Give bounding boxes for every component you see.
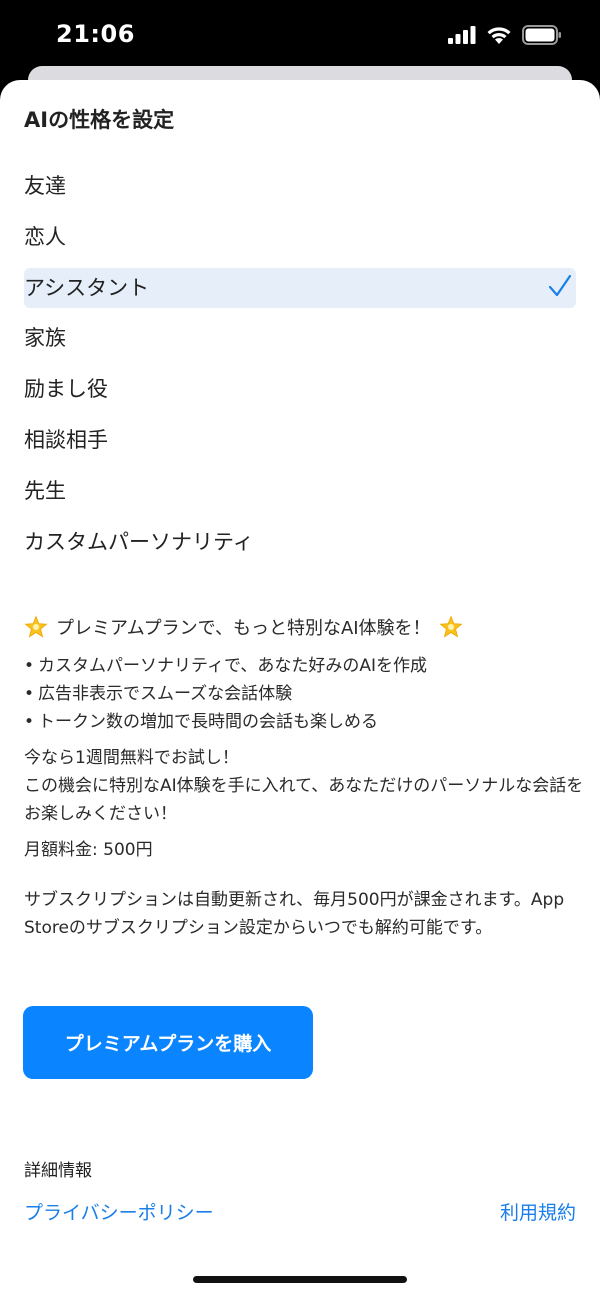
buy-premium-button[interactable]: プレミアムプランを購入 xyxy=(23,1006,313,1079)
wifi-icon xyxy=(487,26,511,44)
option-family[interactable]: 家族 xyxy=(24,316,576,367)
checkmark-icon xyxy=(548,274,572,296)
option-advisor[interactable]: 相談相手 xyxy=(24,418,576,469)
option-custom-personality[interactable]: カスタムパーソナリティ xyxy=(24,520,576,571)
promo-headline: プレミアムプランで、もっと特別なAI体験を！ xyxy=(24,612,584,642)
status-time: 21:06 xyxy=(56,20,135,48)
glowing-star-icon xyxy=(24,615,48,638)
sheet-title: AIの性格を設定 xyxy=(24,108,175,132)
home-indicator[interactable] xyxy=(193,1276,407,1283)
battery-icon xyxy=(522,25,561,45)
option-label: 恋人 xyxy=(24,224,66,249)
trial-offer: 今なら1週間無料でお試し！ この機会に特別なAI体験を手に入れて、あなただけのパ… xyxy=(24,744,584,828)
option-label: 相談相手 xyxy=(24,427,108,452)
option-label: アシスタント xyxy=(24,275,150,300)
personality-options: 友達 恋人 アシスタント 家族 励まし役 相談相手 先生 カスタムパーソナリティ xyxy=(0,164,600,570)
option-friend[interactable]: 友達 xyxy=(24,164,576,215)
cellular-signal-icon xyxy=(448,26,476,44)
option-lover[interactable]: 恋人 xyxy=(24,215,576,266)
trial-line-1: 今なら1週間無料でお試し！ xyxy=(24,748,239,768)
option-encourager[interactable]: 励まし役 xyxy=(24,367,576,418)
list-item: • 広告非表示でスムーズな会話体験 xyxy=(24,684,293,704)
promo-headline-text: プレミアムプランで、もっと特別なAI体験を！ xyxy=(56,618,431,639)
option-label: 家族 xyxy=(24,326,66,351)
option-label: 先生 xyxy=(24,478,66,503)
option-assistant[interactable]: アシスタント xyxy=(24,266,576,317)
option-label: 励まし役 xyxy=(24,377,108,402)
renewal-notice: サブスクリプションは自動更新され、毎月500円が課金されます。App Store… xyxy=(24,890,565,938)
benefit-list: • カスタムパーソナリティで、あなた好みのAIを作成 • 広告非表示でスムーズな会話… xyxy=(24,652,584,736)
option-label: カスタムパーソナリティ xyxy=(24,529,254,554)
option-teacher[interactable]: 先生 xyxy=(24,469,576,520)
personality-sheet: AIの性格を設定 友達 恋人 アシスタント 家族 励まし役 相談相手 先生 カス… xyxy=(0,80,600,1298)
privacy-policy-link[interactable]: プライバシーポリシー xyxy=(24,1198,214,1225)
trial-line-2: この機会に特別なAI体験を手に入れて、あなただけのパーソナルな会話をお楽しみくだ… xyxy=(24,776,584,824)
option-label: 友達 xyxy=(24,174,66,198)
list-item: • トークン数の増加で長時間の会話も楽しめる xyxy=(24,712,379,732)
terms-of-use-link[interactable]: 利用規約 xyxy=(500,1198,576,1225)
details-heading: 詳細情報 xyxy=(24,1161,92,1181)
premium-promo: プレミアムプランで、もっと特別なAI体験を！ • カスタムパーソナリティで、あなた… xyxy=(24,612,584,942)
status-bar: 21:06 xyxy=(0,0,600,70)
list-item: • カスタムパーソナリティで、あなた好みのAIを作成 xyxy=(24,656,427,676)
monthly-price: 月額料金: 500円 xyxy=(24,840,153,860)
glowing-star-icon xyxy=(439,615,463,638)
status-icons xyxy=(448,24,562,46)
